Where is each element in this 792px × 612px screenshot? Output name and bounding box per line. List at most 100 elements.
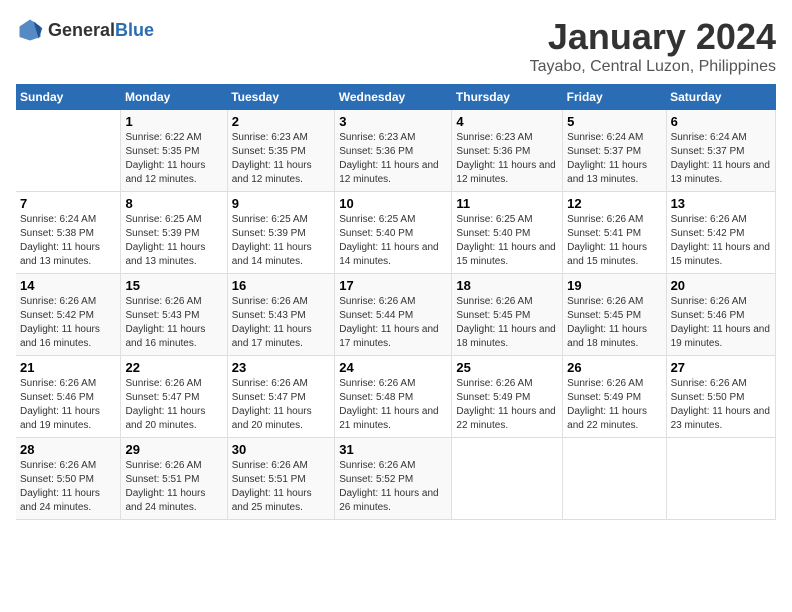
day-info: Sunrise: 6:26 AM Sunset: 5:44 PM Dayligh… <box>339 295 447 351</box>
day-cell: 4 Sunrise: 6:23 AM Sunset: 5:36 PM Daylig… <box>452 110 563 192</box>
day-info: Sunrise: 6:26 AM Sunset: 5:43 PM Dayligh… <box>232 295 331 351</box>
day-number: 13 <box>671 196 771 211</box>
day-info: Sunrise: 6:26 AM Sunset: 5:47 PM Dayligh… <box>125 377 222 433</box>
day-cell: 9Sunrise: 6:25 AM Sunset: 5:39 PM Daylig… <box>227 192 335 274</box>
day-number: 1 <box>125 114 222 129</box>
logo: GeneralBlue <box>16 16 154 44</box>
day-number: 10 <box>339 196 447 211</box>
day-number: 30 <box>232 442 331 457</box>
week-row-1: 1 Sunrise: 6:22 AM Sunset: 5:35 PM Daylig… <box>16 110 776 192</box>
day-cell: 18Sunrise: 6:26 AM Sunset: 5:45 PM Dayli… <box>452 274 563 356</box>
day-cell: 28 Sunrise: 6:26 AM Sunset: 5:50 PM Dayli… <box>16 438 121 520</box>
day-number: 2 <box>232 114 331 129</box>
day-cell: 13 Sunrise: 6:26 AM Sunset: 5:42 PM Dayli… <box>666 192 775 274</box>
day-cell <box>666 438 775 520</box>
day-cell: 3Sunrise: 6:23 AM Sunset: 5:36 PM Daylig… <box>335 110 452 192</box>
day-cell: 6 Sunrise: 6:24 AM Sunset: 5:37 PM Daylig… <box>666 110 775 192</box>
day-cell: 8Sunrise: 6:25 AM Sunset: 5:39 PM Daylig… <box>121 192 227 274</box>
day-number: 15 <box>125 278 222 293</box>
day-info: Sunrise: 6:26 AM Sunset: 5:41 PM Dayligh… <box>567 213 661 269</box>
day-info: Sunrise: 6:25 AM Sunset: 5:40 PM Dayligh… <box>456 213 558 269</box>
column-header-wednesday: Wednesday <box>335 84 452 110</box>
day-number: 25 <box>456 360 558 375</box>
day-cell <box>563 438 666 520</box>
day-cell: 25 Sunrise: 6:26 AM Sunset: 5:49 PM Dayli… <box>452 356 563 438</box>
day-info: Sunrise: 6:22 AM Sunset: 5:35 PM Dayligh… <box>125 131 222 187</box>
day-info: Sunrise: 6:26 AM Sunset: 5:50 PM Dayligh… <box>671 377 771 433</box>
column-header-tuesday: Tuesday <box>227 84 335 110</box>
day-info: Sunrise: 6:24 AM Sunset: 5:37 PM Dayligh… <box>671 131 771 187</box>
day-info: Sunrise: 6:26 AM Sunset: 5:50 PM Dayligh… <box>20 459 116 515</box>
week-row-3: 14 Sunrise: 6:26 AM Sunset: 5:42 PM Dayli… <box>16 274 776 356</box>
day-number: 8 <box>125 196 222 211</box>
day-number: 28 <box>20 442 116 457</box>
day-cell: 21 Sunrise: 6:26 AM Sunset: 5:46 PM Dayli… <box>16 356 121 438</box>
day-cell: 20 Sunrise: 6:26 AM Sunset: 5:46 PM Dayli… <box>666 274 775 356</box>
week-row-2: 7 Sunrise: 6:24 AM Sunset: 5:38 PM Daylig… <box>16 192 776 274</box>
column-header-friday: Friday <box>563 84 666 110</box>
day-info: Sunrise: 6:26 AM Sunset: 5:49 PM Dayligh… <box>567 377 661 433</box>
day-info: Sunrise: 6:26 AM Sunset: 5:46 PM Dayligh… <box>20 377 116 433</box>
day-cell: 15 Sunrise: 6:26 AM Sunset: 5:43 PM Dayli… <box>121 274 227 356</box>
day-info: Sunrise: 6:26 AM Sunset: 5:48 PM Dayligh… <box>339 377 447 433</box>
day-info: Sunrise: 6:26 AM Sunset: 5:43 PM Dayligh… <box>125 295 222 351</box>
day-number: 20 <box>671 278 771 293</box>
day-number: 9 <box>232 196 331 211</box>
logo-text: GeneralBlue <box>48 20 154 41</box>
day-info: Sunrise: 6:23 AM Sunset: 5:36 PM Dayligh… <box>456 131 558 187</box>
day-number: 19 <box>567 278 661 293</box>
day-number: 27 <box>671 360 771 375</box>
day-cell: 14 Sunrise: 6:26 AM Sunset: 5:42 PM Dayli… <box>16 274 121 356</box>
day-cell: 22 Sunrise: 6:26 AM Sunset: 5:47 PM Dayli… <box>121 356 227 438</box>
week-row-5: 28 Sunrise: 6:26 AM Sunset: 5:50 PM Dayli… <box>16 438 776 520</box>
logo-icon <box>16 16 44 44</box>
day-number: 5 <box>567 114 661 129</box>
day-cell: 19 Sunrise: 6:26 AM Sunset: 5:45 PM Dayli… <box>563 274 666 356</box>
page-header: GeneralBlue January 2024 Tayabo, Central… <box>16 16 776 76</box>
title-section: January 2024 Tayabo, Central Luzon, Phil… <box>530 16 776 76</box>
day-info: Sunrise: 6:26 AM Sunset: 5:49 PM Dayligh… <box>456 377 558 433</box>
column-header-thursday: Thursday <box>452 84 563 110</box>
day-info: Sunrise: 6:24 AM Sunset: 5:38 PM Dayligh… <box>20 213 116 269</box>
day-number: 26 <box>567 360 661 375</box>
day-number: 3 <box>339 114 447 129</box>
logo-general: General <box>48 20 115 40</box>
day-info: Sunrise: 6:26 AM Sunset: 5:47 PM Dayligh… <box>232 377 331 433</box>
day-number: 23 <box>232 360 331 375</box>
day-number: 7 <box>20 196 116 211</box>
day-cell: 24 Sunrise: 6:26 AM Sunset: 5:48 PM Dayli… <box>335 356 452 438</box>
day-number: 6 <box>671 114 771 129</box>
day-info: Sunrise: 6:26 AM Sunset: 5:42 PM Dayligh… <box>20 295 116 351</box>
day-info: Sunrise: 6:26 AM Sunset: 5:46 PM Dayligh… <box>671 295 771 351</box>
day-number: 24 <box>339 360 447 375</box>
day-number: 21 <box>20 360 116 375</box>
day-info: Sunrise: 6:26 AM Sunset: 5:45 PM Dayligh… <box>567 295 661 351</box>
subtitle: Tayabo, Central Luzon, Philippines <box>530 58 776 76</box>
main-title: January 2024 <box>530 16 776 58</box>
day-info: Sunrise: 6:26 AM Sunset: 5:42 PM Dayligh… <box>671 213 771 269</box>
column-header-saturday: Saturday <box>666 84 775 110</box>
day-cell: 5Sunrise: 6:24 AM Sunset: 5:37 PM Daylig… <box>563 110 666 192</box>
day-cell: 2 Sunrise: 6:23 AM Sunset: 5:35 PM Daylig… <box>227 110 335 192</box>
day-cell: 26 Sunrise: 6:26 AM Sunset: 5:49 PM Dayli… <box>563 356 666 438</box>
day-number: 4 <box>456 114 558 129</box>
logo-blue: Blue <box>115 20 154 40</box>
day-cell: 16 Sunrise: 6:26 AM Sunset: 5:43 PM Dayli… <box>227 274 335 356</box>
day-info: Sunrise: 6:25 AM Sunset: 5:40 PM Dayligh… <box>339 213 447 269</box>
day-cell: 31Sunrise: 6:26 AM Sunset: 5:52 PM Dayli… <box>335 438 452 520</box>
day-cell: 17 Sunrise: 6:26 AM Sunset: 5:44 PM Dayli… <box>335 274 452 356</box>
calendar-table: SundayMondayTuesdayWednesdayThursdayFrid… <box>16 84 776 520</box>
day-cell: 23 Sunrise: 6:26 AM Sunset: 5:47 PM Dayli… <box>227 356 335 438</box>
day-cell: 27 Sunrise: 6:26 AM Sunset: 5:50 PM Dayli… <box>666 356 775 438</box>
day-number: 14 <box>20 278 116 293</box>
day-cell: 30Sunrise: 6:26 AM Sunset: 5:51 PM Dayli… <box>227 438 335 520</box>
day-cell: 11Sunrise: 6:25 AM Sunset: 5:40 PM Dayli… <box>452 192 563 274</box>
day-info: Sunrise: 6:26 AM Sunset: 5:51 PM Dayligh… <box>125 459 222 515</box>
day-cell <box>452 438 563 520</box>
column-header-sunday: Sunday <box>16 84 121 110</box>
day-number: 22 <box>125 360 222 375</box>
day-number: 17 <box>339 278 447 293</box>
day-info: Sunrise: 6:23 AM Sunset: 5:35 PM Dayligh… <box>232 131 331 187</box>
day-cell: 10 Sunrise: 6:25 AM Sunset: 5:40 PM Dayli… <box>335 192 452 274</box>
day-number: 16 <box>232 278 331 293</box>
